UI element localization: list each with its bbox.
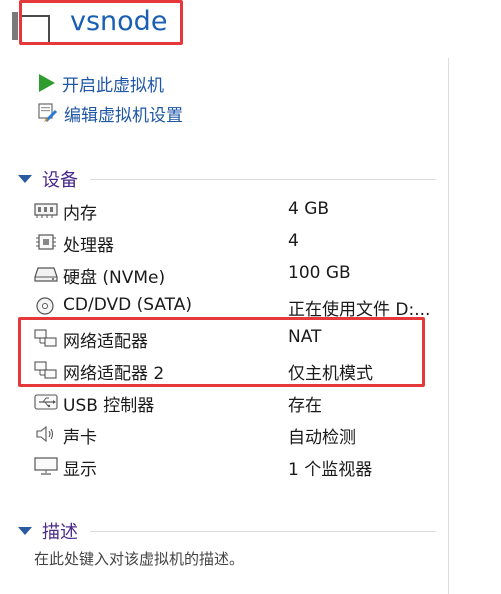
device-row-sound-card[interactable]: 声卡 自动检测 — [34, 420, 444, 448]
chevron-down-icon — [18, 527, 32, 535]
device-row-display[interactable]: 显示 1 个监视器 — [34, 452, 444, 480]
device-row-cd-dvd[interactable]: CD/DVD (SATA) 正在使用文件 D:... — [34, 292, 444, 320]
devices-section-title: 设备 — [42, 170, 78, 191]
hard-disk-icon — [34, 265, 58, 283]
monitor-icon — [34, 457, 58, 475]
device-value: 4 GB — [288, 199, 330, 219]
edit-vm-settings-link[interactable]: 编辑虚拟机设置 — [38, 101, 183, 126]
device-name: USB 控制器 — [63, 396, 155, 416]
panel-divider — [448, 58, 449, 594]
description-section-title: 描述 — [42, 522, 78, 543]
power-on-vm-link[interactable]: 开启此虚拟机 — [38, 71, 164, 96]
device-value: 1 个监视器 — [288, 460, 373, 480]
power-on-vm-label: 开启此虚拟机 — [62, 75, 164, 96]
device-name: 声卡 — [63, 428, 97, 448]
title-highlight-box — [19, 0, 183, 45]
description-field[interactable]: 在此处键入对该虚拟机的描述。 — [34, 548, 244, 569]
devices-section-rule — [90, 179, 436, 180]
device-row-processor[interactable]: 处理器 4 — [34, 228, 444, 256]
device-row-memory[interactable]: 内存 4 GB — [34, 196, 444, 224]
description-section-rule — [90, 531, 436, 532]
edit-settings-icon — [38, 103, 58, 123]
device-value: 存在 — [288, 396, 322, 416]
cpu-icon — [34, 233, 58, 251]
description-section-toggle[interactable]: 描述 — [18, 519, 78, 543]
edit-vm-settings-label: 编辑虚拟机设置 — [64, 105, 183, 126]
device-value: 自动检测 — [288, 428, 356, 448]
device-name: CD/DVD (SATA) — [63, 295, 192, 315]
device-row-hard-disk[interactable]: 硬盘 (NVMe) 100 GB — [34, 260, 444, 288]
device-name: 硬盘 (NVMe) — [63, 268, 166, 288]
device-row-usb-controller[interactable]: USB 控制器 存在 — [34, 388, 444, 416]
device-value: 4 — [288, 231, 299, 251]
play-icon — [38, 73, 56, 93]
device-value: 100 GB — [288, 263, 351, 283]
speaker-icon — [34, 425, 58, 443]
memory-icon — [34, 201, 58, 219]
devices-section-toggle[interactable]: 设备 — [18, 167, 78, 191]
chevron-down-icon — [18, 175, 32, 183]
device-name: 显示 — [63, 460, 97, 480]
device-name: 内存 — [63, 204, 97, 224]
usb-icon — [34, 393, 58, 411]
cd-dvd-icon — [34, 297, 58, 315]
network-highlight-box — [18, 317, 425, 387]
device-name: 处理器 — [63, 236, 114, 256]
